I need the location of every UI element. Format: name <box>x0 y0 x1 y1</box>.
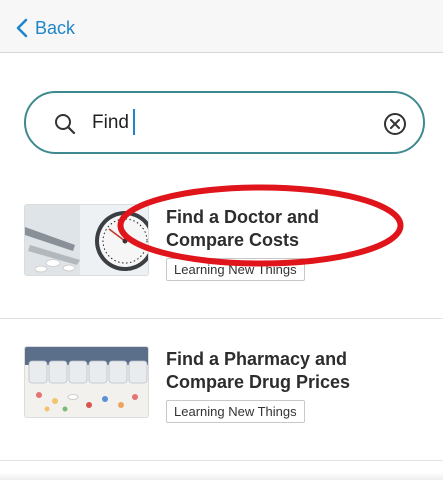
result-title[interactable]: Find a Pharmacy and Compare Drug Prices <box>166 348 406 394</box>
result-title-line: Find a Doctor and <box>166 207 319 227</box>
doctor-thumbnail-image <box>24 204 149 276</box>
screen: Back Find Find a Doctor and Compare Cost… <box>0 0 443 480</box>
divider <box>0 318 443 319</box>
back-label: Back <box>35 17 76 38</box>
search-icon <box>55 114 76 135</box>
result-title-line: Find a Pharmacy and <box>166 349 348 369</box>
divider <box>0 460 443 461</box>
back-button[interactable]: Back <box>12 14 75 42</box>
blood-pressure-gauge-icon <box>25 205 148 275</box>
navigation-bar: Back <box>0 0 443 53</box>
clear-circle-icon[interactable] <box>383 112 407 136</box>
result-title-line: Compare Drug Prices <box>166 372 351 392</box>
category-tag[interactable]: Learning New Things <box>166 400 305 423</box>
pill-organizer-icon <box>25 347 148 417</box>
search-field[interactable] <box>24 91 425 154</box>
result-item-find-pharmacy[interactable]: Find a Pharmacy and Compare Drug Prices … <box>0 326 443 460</box>
bottom-edge <box>0 472 443 480</box>
result-item-find-doctor[interactable]: Find a Doctor and Compare Costs Learning… <box>0 196 443 318</box>
pharmacy-thumbnail-image <box>24 346 149 418</box>
category-tag[interactable]: Learning New Things <box>166 258 305 281</box>
text-caret <box>133 109 135 135</box>
result-title[interactable]: Find a Doctor and Compare Costs <box>166 206 406 252</box>
chevron-left-icon <box>16 18 28 38</box>
result-title-line: Compare Costs <box>166 230 300 250</box>
